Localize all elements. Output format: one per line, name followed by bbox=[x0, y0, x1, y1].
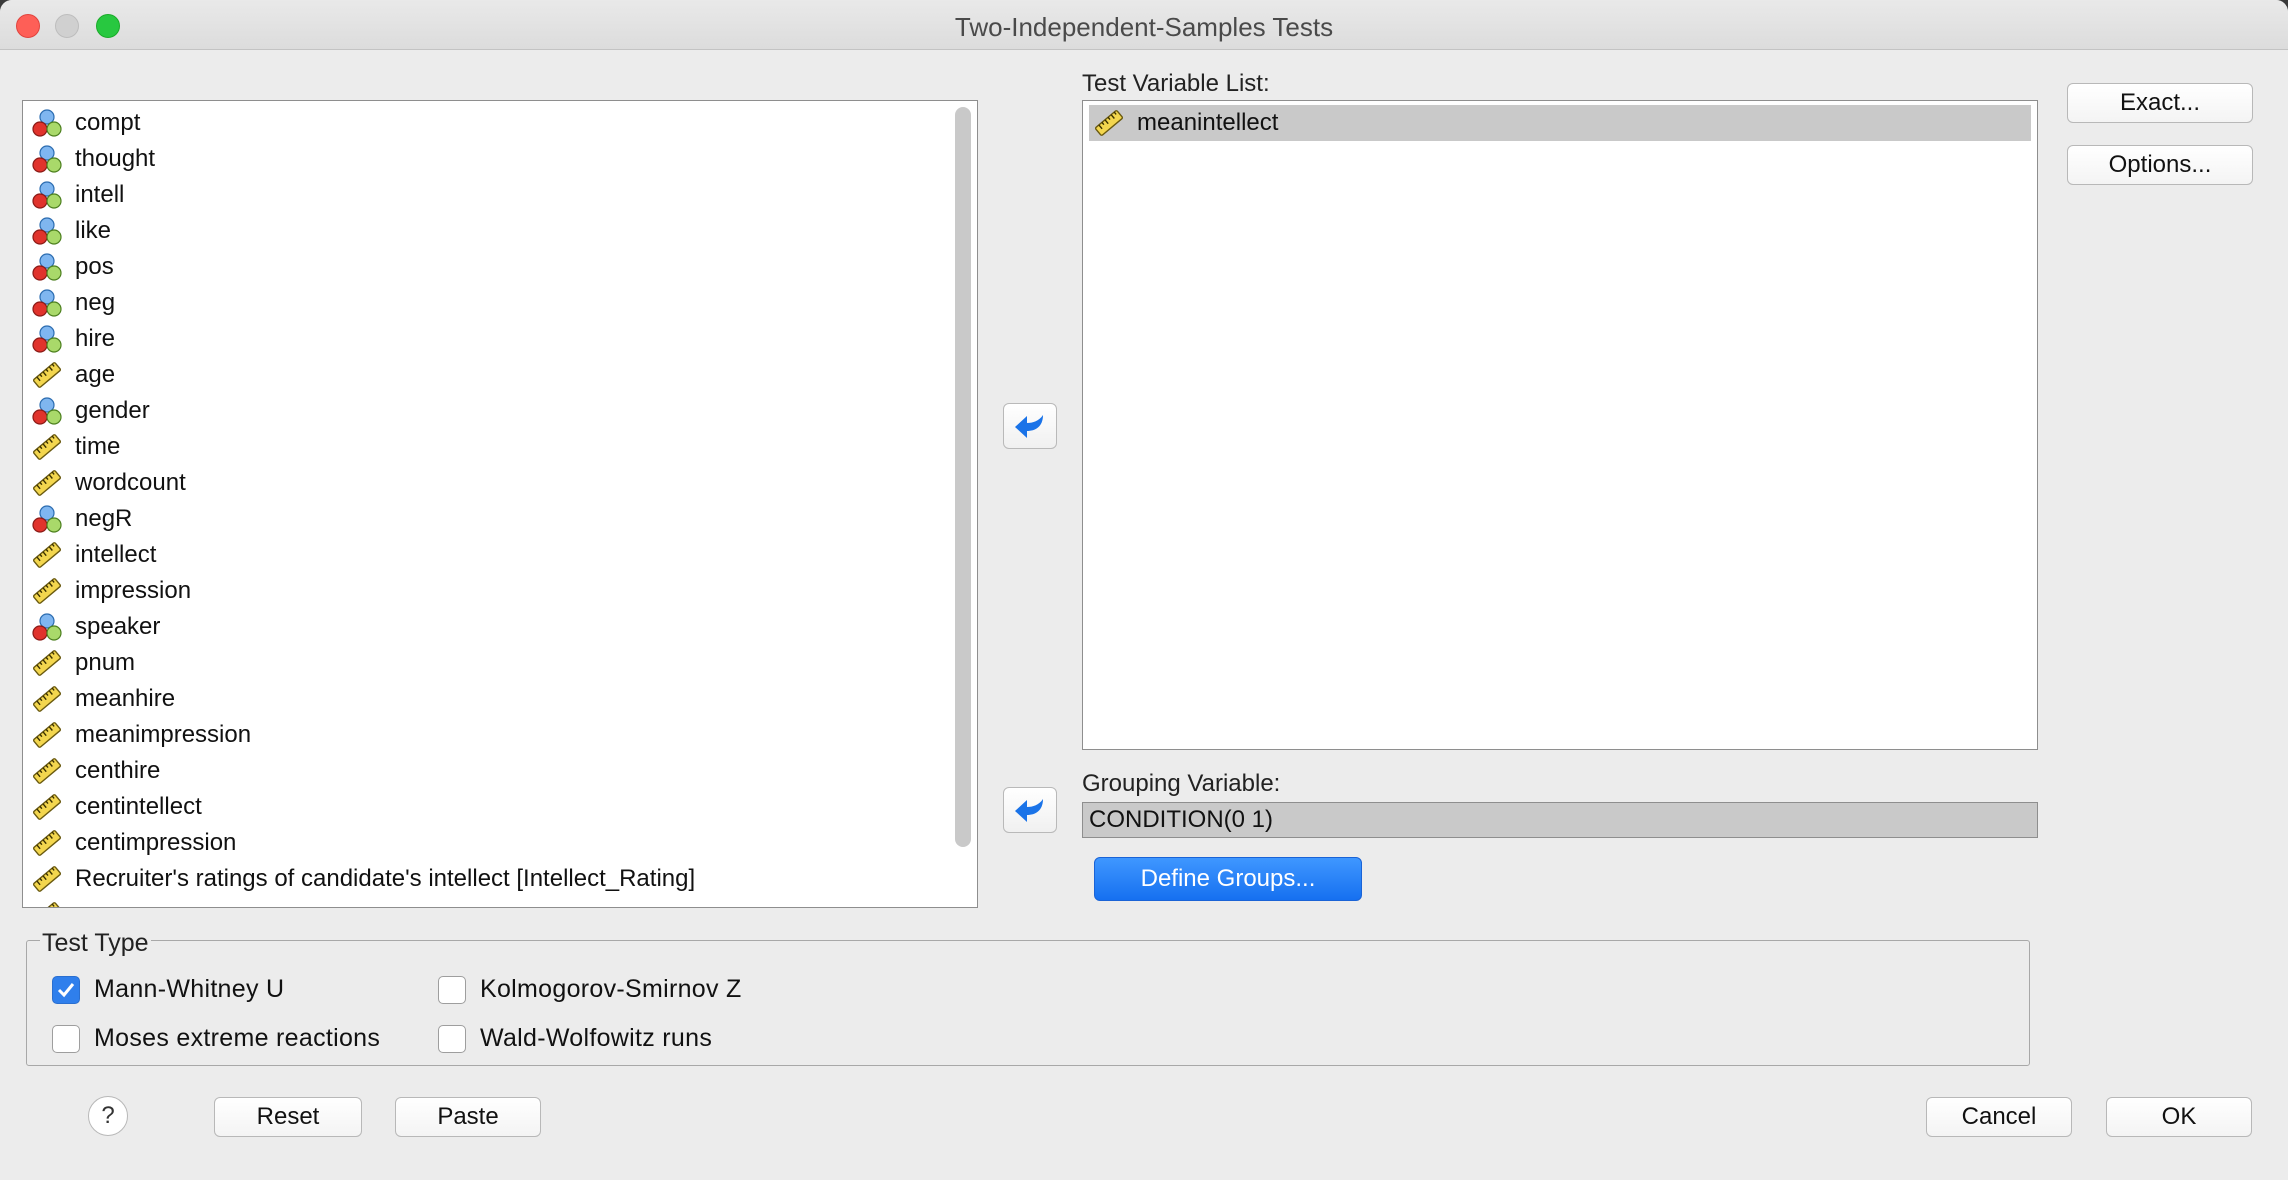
list-item[interactable]: time bbox=[31, 429, 961, 465]
scale-icon bbox=[31, 827, 63, 859]
scale-icon bbox=[31, 647, 63, 679]
scale-icon bbox=[31, 791, 63, 823]
grouping-variable-label: Grouping Variable: bbox=[1082, 770, 1281, 797]
nominal-icon bbox=[31, 287, 63, 319]
define-groups-button[interactable]: Define Groups... bbox=[1094, 857, 1362, 901]
help-button[interactable]: ? bbox=[88, 1096, 128, 1136]
list-item[interactable]: centimpression bbox=[31, 825, 961, 861]
list-item[interactable]: neg bbox=[31, 285, 961, 321]
scale-icon bbox=[31, 575, 63, 607]
list-item[interactable] bbox=[31, 897, 961, 907]
scale-icon bbox=[1093, 107, 1125, 139]
checkbox-checked[interactable] bbox=[52, 975, 80, 1004]
variable-list-scrollbar[interactable] bbox=[955, 107, 971, 847]
wald-wolfowitz-checkbox[interactable]: Wald-Wolfowitz runs bbox=[438, 1024, 712, 1053]
test-type-legend: Test Type bbox=[40, 929, 151, 958]
paste-button[interactable]: Paste bbox=[395, 1097, 541, 1137]
window-title: Two-Independent-Samples Tests bbox=[954, 12, 1334, 42]
options-button[interactable]: Options... bbox=[2067, 145, 2253, 185]
mann-whitney-checkbox[interactable]: Mann-Whitney U bbox=[52, 975, 284, 1004]
nominal-icon bbox=[31, 251, 63, 283]
nominal-icon bbox=[31, 215, 63, 247]
scale-icon bbox=[31, 539, 63, 571]
scale-icon bbox=[31, 863, 63, 895]
moses-extreme-checkbox[interactable]: Moses extreme reactions bbox=[52, 1024, 380, 1053]
list-item[interactable]: negR bbox=[31, 501, 961, 537]
list-item[interactable]: intellect bbox=[31, 537, 961, 573]
kolmogorov-smirnov-checkbox[interactable]: Kolmogorov-Smirnov Z bbox=[438, 975, 742, 1004]
nominal-icon bbox=[31, 395, 63, 427]
scale-icon bbox=[31, 719, 63, 751]
nominal-icon bbox=[31, 323, 63, 355]
exact-button[interactable]: Exact... bbox=[2067, 83, 2253, 123]
source-variable-list[interactable]: compt thought intell like pos neg hire age gende… bbox=[22, 100, 978, 908]
list-item[interactable]: intell bbox=[31, 177, 961, 213]
checkbox-unchecked[interactable] bbox=[438, 975, 466, 1004]
ok-button[interactable]: OK bbox=[2106, 1097, 2252, 1137]
title-bar: Two-Independent-Samples Tests bbox=[0, 0, 2288, 50]
list-item[interactable]: meanimpression bbox=[31, 717, 961, 753]
dialog-window: Two-Independent-Samples Tests compt thoug… bbox=[0, 0, 2288, 1180]
list-item[interactable]: pnum bbox=[31, 645, 961, 681]
list-item[interactable]: centintellect bbox=[31, 789, 961, 825]
list-item[interactable]: pos bbox=[31, 249, 961, 285]
checkmark-icon bbox=[57, 982, 75, 997]
scale-icon bbox=[31, 755, 63, 787]
nominal-icon bbox=[31, 503, 63, 535]
list-item[interactable]: thought bbox=[31, 141, 961, 177]
checkbox-unchecked[interactable] bbox=[438, 1024, 466, 1053]
checkbox-unchecked[interactable] bbox=[52, 1024, 80, 1053]
list-item[interactable]: like bbox=[31, 213, 961, 249]
scale-icon bbox=[31, 431, 63, 463]
grouping-variable-field[interactable]: CONDITION(0 1) bbox=[1082, 802, 2038, 838]
nominal-icon bbox=[31, 107, 63, 139]
move-to-grouping-button[interactable] bbox=[1003, 787, 1057, 833]
arrow-left-icon bbox=[1015, 799, 1043, 822]
scale-icon bbox=[31, 359, 63, 391]
list-item[interactable]: wordcount bbox=[31, 465, 961, 501]
list-item[interactable]: centhire bbox=[31, 753, 961, 789]
list-item[interactable]: Recruiter's ratings of candidate's intel… bbox=[31, 861, 961, 897]
list-item[interactable]: age bbox=[31, 357, 961, 393]
nominal-icon bbox=[31, 611, 63, 643]
list-item[interactable]: compt bbox=[31, 105, 961, 141]
nominal-icon bbox=[31, 143, 63, 175]
scale-icon bbox=[31, 899, 63, 907]
scale-icon bbox=[31, 467, 63, 499]
nominal-icon bbox=[31, 179, 63, 211]
arrow-left-icon bbox=[1015, 415, 1043, 438]
list-item[interactable]: meanintellect bbox=[1089, 105, 2031, 141]
reset-button[interactable]: Reset bbox=[214, 1097, 362, 1137]
move-to-test-list-button[interactable] bbox=[1003, 403, 1057, 449]
list-item[interactable]: hire bbox=[31, 321, 961, 357]
list-item[interactable]: meanhire bbox=[31, 681, 961, 717]
list-item[interactable]: impression bbox=[31, 573, 961, 609]
scale-icon bbox=[31, 683, 63, 715]
list-item[interactable]: speaker bbox=[31, 609, 961, 645]
test-variable-list-label: Test Variable List: bbox=[1082, 70, 1270, 97]
cancel-button[interactable]: Cancel bbox=[1926, 1097, 2072, 1137]
test-variable-list[interactable]: meanintellect bbox=[1082, 100, 2038, 750]
list-item[interactable]: gender bbox=[31, 393, 961, 429]
